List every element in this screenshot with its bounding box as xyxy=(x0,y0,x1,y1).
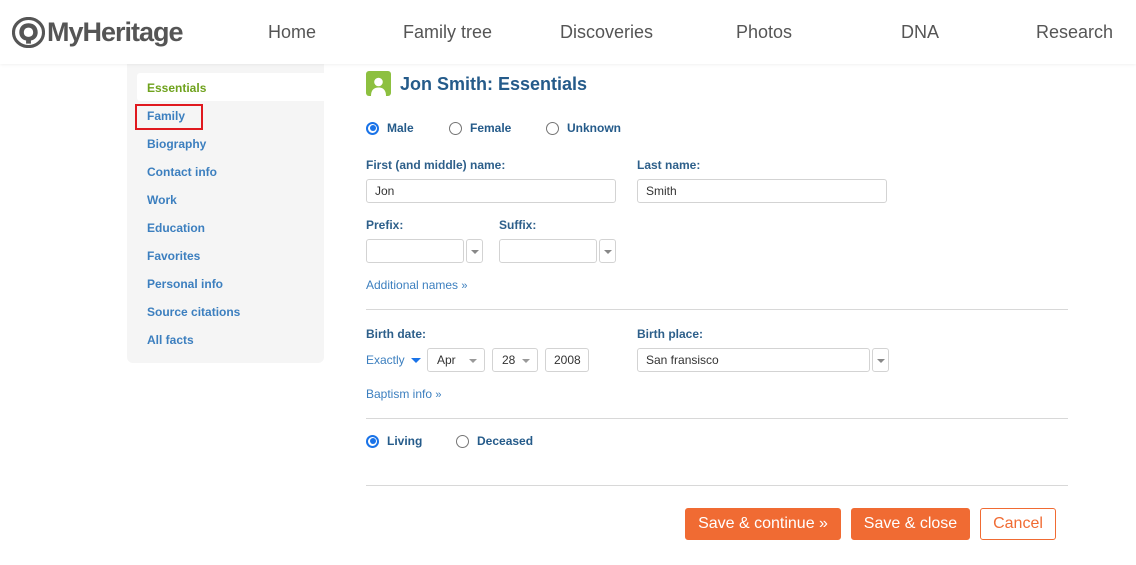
status-deceased-label: Deceased xyxy=(477,434,534,448)
birth-month-value: Apr xyxy=(437,353,456,367)
date-qualifier-text: Exactly xyxy=(366,353,405,367)
person-icon xyxy=(366,71,391,96)
gender-unknown-label: Unknown xyxy=(567,121,621,135)
status-deceased-radio[interactable] xyxy=(456,434,469,448)
baptism-info-text: Baptism info xyxy=(366,387,433,401)
cancel-button[interactable]: Cancel xyxy=(980,508,1056,540)
profile-sections-sidebar: Essentials Family Biography Contact info… xyxy=(127,64,324,363)
additional-names-text: Additional names xyxy=(366,278,459,292)
birth-place-label: Birth place: xyxy=(637,327,704,341)
sidebar-item-biography[interactable]: Biography xyxy=(147,136,206,152)
gender-unknown-option[interactable]: Unknown xyxy=(546,121,621,135)
section-divider xyxy=(366,309,1068,310)
prefix-dropdown-button[interactable] xyxy=(466,239,483,263)
sidebar-item-essentials[interactable]: Essentials xyxy=(147,80,206,96)
birth-date-label: Birth date: xyxy=(366,327,426,341)
nav-home[interactable]: Home xyxy=(268,20,316,44)
first-name-input[interactable]: Jon xyxy=(366,179,616,203)
caret-down-icon xyxy=(522,359,530,363)
status-living-radio[interactable] xyxy=(366,434,379,448)
myheritage-logo[interactable]: MyHeritage xyxy=(12,16,184,48)
top-navigation-bar: MyHeritage Home Family tree Discoveries … xyxy=(0,0,1136,64)
save-continue-button[interactable]: Save & continue » xyxy=(685,508,841,540)
last-name-input[interactable]: Smith xyxy=(637,179,887,203)
chevron-double-right-icon: » xyxy=(461,280,468,292)
gender-male-label: Male xyxy=(387,121,414,135)
nav-dna[interactable]: DNA xyxy=(901,20,939,44)
gender-female-radio[interactable] xyxy=(449,121,462,135)
sidebar-item-personal-info[interactable]: Personal info xyxy=(147,276,223,292)
gender-female-label: Female xyxy=(470,121,512,135)
sidebar-item-source-citations[interactable]: Source citations xyxy=(147,304,240,320)
chevron-double-right-icon: » xyxy=(435,389,442,401)
suffix-label: Suffix: xyxy=(499,218,537,232)
status-living-option[interactable]: Living xyxy=(366,434,422,448)
suffix-dropdown-button[interactable] xyxy=(599,239,616,263)
form-header: Jon Smith: Essentials xyxy=(366,71,587,96)
section-divider xyxy=(366,485,1068,486)
gender-female-option[interactable]: Female xyxy=(449,121,511,135)
nav-discoveries[interactable]: Discoveries xyxy=(560,20,653,44)
nav-research[interactable]: Research xyxy=(1036,20,1113,44)
page-title: Jon Smith: Essentials xyxy=(400,73,588,94)
gender-unknown-radio[interactable] xyxy=(546,121,559,135)
first-name-label: First (and middle) name: xyxy=(366,158,506,172)
last-name-label: Last name: xyxy=(637,158,701,172)
prefix-input[interactable] xyxy=(366,239,464,263)
status-deceased-option[interactable]: Deceased xyxy=(456,434,533,448)
sidebar-item-education[interactable]: Education xyxy=(147,220,205,236)
section-divider xyxy=(366,418,1068,419)
status-living-label: Living xyxy=(387,434,423,448)
date-qualifier-dropdown[interactable]: Exactly xyxy=(366,353,421,367)
sidebar-item-all-facts[interactable]: All facts xyxy=(147,332,194,348)
birth-year-input[interactable]: 2008 xyxy=(545,348,589,372)
additional-names-link[interactable]: Additional names » xyxy=(366,278,468,293)
suffix-input[interactable] xyxy=(499,239,597,263)
gender-male-option[interactable]: Male xyxy=(366,121,414,135)
sidebar-item-contact-info[interactable]: Contact info xyxy=(147,164,217,180)
sidebar-item-work[interactable]: Work xyxy=(147,192,177,208)
birth-place-input[interactable]: San fransisco xyxy=(637,348,870,372)
caret-down-icon xyxy=(469,359,477,363)
nav-photos[interactable]: Photos xyxy=(736,20,792,44)
baptism-info-link[interactable]: Baptism info » xyxy=(366,387,442,402)
save-close-button[interactable]: Save & close xyxy=(851,508,970,540)
prefix-label: Prefix: xyxy=(366,218,404,232)
logo-text: MyHeritage xyxy=(47,17,184,47)
sidebar-item-family[interactable]: Family xyxy=(147,108,185,124)
sidebar-item-favorites[interactable]: Favorites xyxy=(147,248,200,264)
birth-day-value: 28 xyxy=(502,353,516,367)
nav-family-tree[interactable]: Family tree xyxy=(403,20,492,44)
caret-down-icon xyxy=(410,357,421,363)
birth-month-select[interactable]: Apr xyxy=(427,348,485,372)
gender-male-radio[interactable] xyxy=(366,121,379,135)
birth-day-select[interactable]: 28 xyxy=(492,348,538,372)
myheritage-logo-icon xyxy=(12,16,45,48)
birth-place-dropdown-button[interactable] xyxy=(872,348,889,372)
